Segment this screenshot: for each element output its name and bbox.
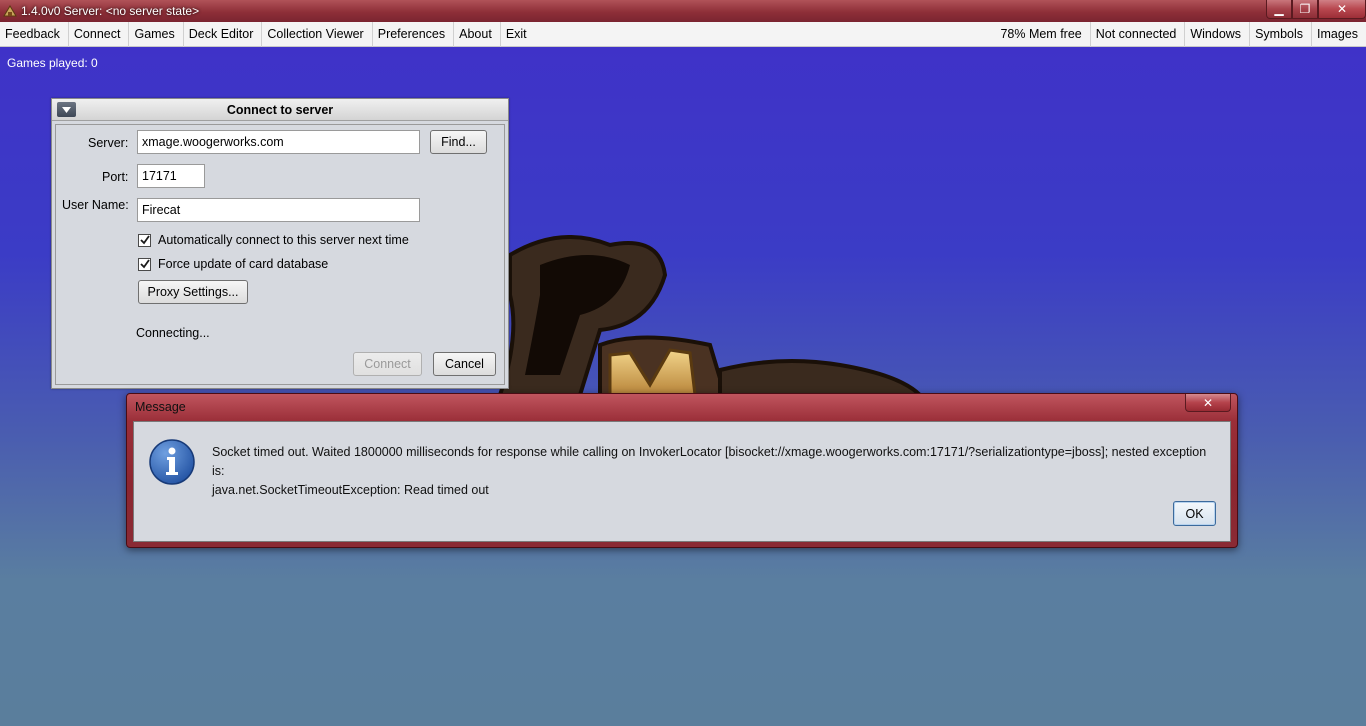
cancel-button[interactable]: Cancel [433, 352, 496, 376]
proxy-settings-button[interactable]: Proxy Settings... [138, 280, 248, 304]
info-icon [149, 439, 195, 485]
force-update-label: Force update of card database [158, 257, 329, 271]
restore-icon: ❐ [1299, 2, 1311, 16]
message-line-1: Socket timed out. Waited 1800000 millise… [212, 445, 1207, 478]
menu-exit[interactable]: Exit [501, 22, 535, 47]
checkmark-icon [139, 235, 150, 245]
menu-collection-viewer[interactable]: Collection Viewer [262, 21, 373, 47]
connect-dialog-titlebar: Connect to server [52, 99, 508, 121]
menu-connect[interactable]: Connect [69, 21, 130, 47]
connection-status-text: Connecting... [136, 326, 210, 340]
close-button[interactable]: ✕ [1318, 0, 1366, 19]
chevron-down-icon [62, 106, 71, 113]
memory-status: 78% Mem free [995, 21, 1091, 47]
app-icon [2, 4, 18, 18]
close-icon: ✕ [1336, 2, 1348, 16]
window-controls: ▁ ❐ ✕ [1266, 0, 1366, 20]
force-update-row[interactable]: Force update of card database [138, 257, 328, 271]
menu-preferences[interactable]: Preferences [373, 21, 455, 47]
ok-button[interactable]: OK [1173, 501, 1216, 526]
menu-deck-editor[interactable]: Deck Editor [184, 21, 263, 47]
menu-images[interactable]: Images [1312, 22, 1366, 47]
window-titlebar: 1.4.0v0 Server: <no server state> ▁ ❐ ✕ [0, 0, 1366, 22]
connect-dialog: Connect to server Server: xmage.woogerwo… [51, 98, 509, 389]
username-label: User Name: [62, 198, 129, 212]
connection-status: Not connected [1091, 21, 1186, 47]
connect-button[interactable]: Connect [353, 352, 422, 376]
maximize-button[interactable]: ❐ [1292, 0, 1318, 19]
auto-connect-checkbox[interactable] [138, 233, 151, 247]
message-dialog-body: Socket timed out. Waited 1800000 millise… [133, 421, 1231, 542]
username-input[interactable]: Firecat [137, 198, 420, 222]
force-update-checkbox[interactable] [138, 257, 151, 271]
find-button[interactable]: Find... [430, 130, 487, 154]
games-played-label: Games played: 0 [7, 56, 98, 70]
menubar: Feedback Connect Games Deck Editor Colle… [0, 21, 1366, 47]
window-title: 1.4.0v0 Server: <no server state> [21, 4, 200, 18]
menu-feedback[interactable]: Feedback [0, 21, 69, 47]
menu-about[interactable]: About [454, 21, 501, 47]
server-label: Server: [88, 136, 129, 150]
minimize-button[interactable]: ▁ [1266, 0, 1292, 19]
message-close-button[interactable]: ✕ [1185, 394, 1231, 412]
collapse-button[interactable] [57, 102, 76, 117]
xmage-logo [497, 235, 923, 395]
menu-windows[interactable]: Windows [1185, 21, 1251, 47]
port-input[interactable]: 17171 [137, 164, 205, 188]
message-text: Socket timed out. Waited 1800000 millise… [212, 443, 1222, 500]
connect-dialog-title: Connect to server [226, 102, 334, 117]
connect-dialog-body: Server: xmage.woogerworks.com Find... Po… [55, 124, 505, 385]
menu-games[interactable]: Games [129, 21, 184, 47]
menubar-right: 78% Mem free Not connected Windows Symbo… [995, 21, 1366, 47]
message-dialog: Message ✕ Socket timed out. Waited 18000… [126, 393, 1238, 548]
checkmark-icon [139, 259, 150, 269]
message-line-2: java.net.SocketTimeoutException: Read ti… [212, 483, 489, 497]
server-input[interactable]: xmage.woogerworks.com [137, 130, 420, 154]
message-dialog-title: Message [135, 400, 186, 414]
auto-connect-row[interactable]: Automatically connect to this server nex… [138, 233, 409, 247]
minimize-icon: ▁ [1274, 2, 1284, 16]
port-label: Port: [102, 170, 129, 184]
menu-symbols[interactable]: Symbols [1250, 21, 1312, 47]
auto-connect-label: Automatically connect to this server nex… [158, 233, 409, 247]
close-icon: ✕ [1202, 395, 1214, 410]
